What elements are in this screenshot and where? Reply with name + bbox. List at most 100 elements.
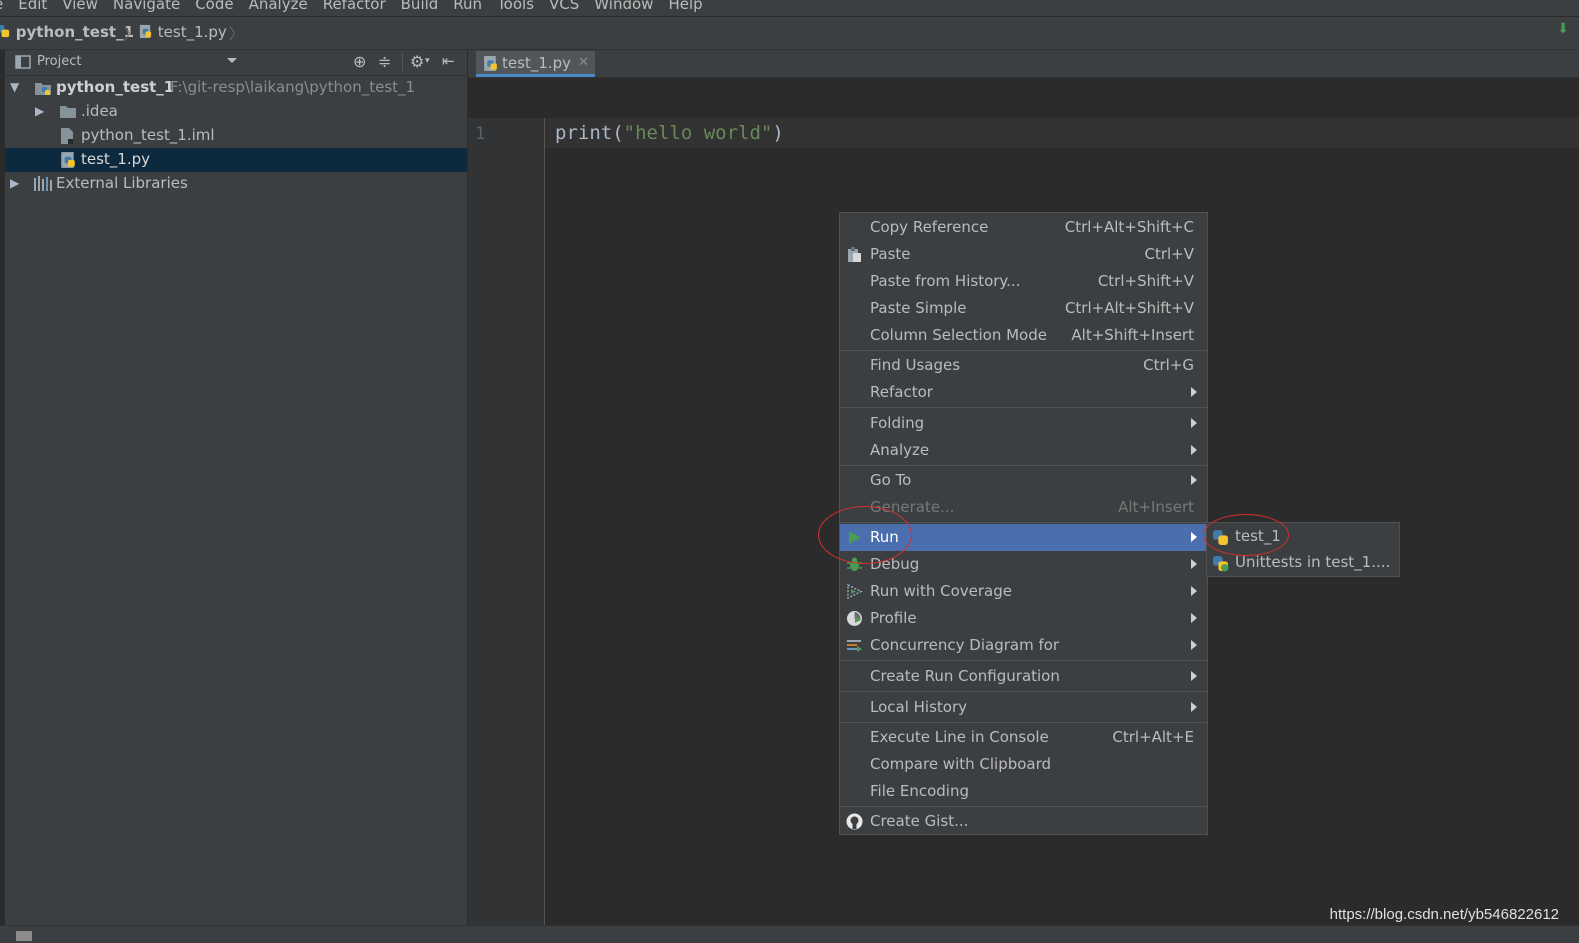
menu-view[interactable]: View bbox=[62, 0, 98, 13]
toggle-tool-windows-icon[interactable] bbox=[16, 931, 32, 941]
code-string: "hello world" bbox=[623, 122, 773, 144]
hide-panel-icon[interactable]: ⇤ bbox=[442, 52, 455, 70]
submenu-arrow-icon bbox=[1191, 613, 1197, 623]
menu-item-concurrency-diagram[interactable]: Concurrency Diagram for bbox=[840, 632, 1207, 659]
menu-vcs[interactable]: VCS bbox=[549, 0, 579, 13]
menu-analyze[interactable]: Analyze bbox=[249, 0, 308, 13]
menu-window[interactable]: Window bbox=[594, 0, 653, 13]
menu-item-analyze[interactable]: Analyze bbox=[840, 437, 1207, 464]
tree-item-idea[interactable]: ▶ .idea bbox=[5, 100, 467, 124]
settings-dropdown-icon[interactable]: ▾ bbox=[425, 56, 430, 66]
collapsed-arrow-icon[interactable]: ▶ bbox=[10, 176, 19, 190]
python-file-icon bbox=[61, 152, 75, 168]
menu-item-create-run-configuration[interactable]: Create Run Configuration bbox=[840, 663, 1207, 690]
menu-item-folding[interactable]: Folding bbox=[840, 410, 1207, 437]
tree-item-test-1[interactable]: test_1.py bbox=[5, 148, 467, 172]
tab-close-icon[interactable]: ✕ bbox=[578, 51, 589, 75]
watermark-url: https://blog.csdn.net/yb546822612 bbox=[1329, 906, 1559, 923]
menu-item-column-selection-mode[interactable]: Column Selection Mode Alt+Shift+Insert bbox=[840, 322, 1207, 349]
tree-item-iml[interactable]: python_test_1.iml bbox=[5, 124, 467, 148]
menu-help[interactable]: Help bbox=[668, 0, 702, 13]
menu-item-label: Profile bbox=[870, 609, 917, 627]
breadcrumb-project-label: python_test_1 bbox=[15, 23, 135, 41]
submenu-arrow-icon bbox=[1191, 445, 1197, 455]
menu-separator bbox=[840, 407, 1207, 408]
submenu-arrow-icon bbox=[1191, 532, 1197, 542]
menu-item-refactor[interactable]: Refactor bbox=[840, 379, 1207, 406]
menu-separator bbox=[840, 350, 1207, 351]
menu-item-shortcut: Ctrl+G bbox=[1143, 356, 1194, 374]
run-submenu: test_1 Unittests in test_1.... bbox=[1206, 522, 1400, 577]
python-project-icon bbox=[0, 24, 10, 38]
code-line[interactable]: print("hello world") bbox=[555, 122, 784, 144]
menu-item-shortcut: Ctrl+Alt+Shift+V bbox=[1064, 299, 1194, 317]
menu-item-go-to[interactable]: Go To bbox=[840, 467, 1207, 494]
menu-item-compare-with-clipboard[interactable]: Compare with Clipboard bbox=[840, 751, 1207, 778]
menu-edit[interactable]: Edit bbox=[18, 0, 47, 13]
submenu-item-unittests[interactable]: Unittests in test_1.... bbox=[1207, 550, 1399, 576]
menu-separator bbox=[840, 722, 1207, 723]
collapse-all-icon[interactable]: ≑ bbox=[378, 52, 391, 71]
menu-item-run[interactable]: Run bbox=[840, 524, 1207, 551]
menu-tools[interactable]: Tools bbox=[497, 0, 534, 13]
menu-item-label: Go To bbox=[870, 471, 912, 489]
code-paren-close: ) bbox=[772, 122, 784, 144]
collapsed-arrow-icon[interactable]: ▶ bbox=[35, 104, 44, 118]
navigation-bar: python_test_1 〉 test_1.py 〉 ⬇ bbox=[0, 17, 1579, 50]
menu-item-label: Debug bbox=[870, 555, 920, 573]
menu-code[interactable]: Code bbox=[195, 0, 233, 13]
menu-item-label: Refactor bbox=[870, 383, 933, 401]
menu-item-create-gist[interactable]: Create Gist... bbox=[840, 808, 1207, 835]
tree-item-root[interactable]: ▼ python_test_1 F:\git-resp\laikang\pyth… bbox=[5, 76, 467, 100]
menu-build[interactable]: Build bbox=[401, 0, 439, 13]
submenu-arrow-icon bbox=[1191, 586, 1197, 596]
submenu-arrow-icon bbox=[1191, 671, 1197, 681]
code-function: print bbox=[555, 122, 613, 144]
editor-context-menu: Copy Reference Ctrl+Alt+Shift+C Paste Ctrl… bbox=[839, 212, 1208, 835]
menu-item-label: Folding bbox=[870, 414, 925, 432]
tree-item-external-libraries[interactable]: ▶ External Libraries bbox=[5, 172, 467, 196]
menu-item-label: Paste from History... bbox=[870, 272, 1021, 290]
menu-separator bbox=[840, 806, 1207, 807]
menu-item-local-history[interactable]: Local History bbox=[840, 694, 1207, 721]
menu-item-find-usages[interactable]: Find Usages Ctrl+G bbox=[840, 352, 1207, 379]
menu-item-label: Analyze bbox=[870, 441, 930, 459]
menu-item-label: Run bbox=[870, 528, 899, 546]
breadcrumb-file[interactable]: test_1.py bbox=[138, 23, 227, 41]
project-view-label: Project bbox=[37, 54, 82, 69]
submenu-arrow-icon bbox=[1191, 418, 1197, 428]
locate-icon[interactable]: ⊕ bbox=[353, 52, 366, 71]
menu-file[interactable]: e bbox=[0, 0, 3, 13]
menu-item-profile[interactable]: Profile bbox=[840, 605, 1207, 632]
menu-item-copy-reference[interactable]: Copy Reference Ctrl+Alt+Shift+C bbox=[840, 214, 1207, 241]
settings-gear-icon[interactable]: ⚙ bbox=[410, 52, 424, 71]
run-icon bbox=[849, 531, 861, 544]
menu-item-label: Paste bbox=[870, 245, 911, 263]
menu-separator bbox=[840, 691, 1207, 692]
submenu-item-label: Unittests in test_1.... bbox=[1235, 553, 1391, 571]
tree-item-label: test_1.py bbox=[81, 150, 151, 168]
menu-item-paste-simple[interactable]: Paste Simple Ctrl+Alt+Shift+V bbox=[840, 295, 1207, 322]
menu-item-paste[interactable]: Paste Ctrl+V bbox=[840, 241, 1207, 268]
python-file-icon bbox=[484, 56, 497, 71]
menu-item-execute-line-in-console[interactable]: Execute Line in Console Ctrl+Alt+E bbox=[840, 724, 1207, 751]
menu-item-label: Concurrency Diagram for bbox=[870, 636, 1060, 654]
menu-item-run-with-coverage[interactable]: Run with Coverage bbox=[840, 578, 1207, 605]
menu-refactor[interactable]: Refactor bbox=[323, 0, 386, 13]
expanded-arrow-icon[interactable]: ▼ bbox=[10, 80, 19, 94]
menu-item-label: Paste Simple bbox=[870, 299, 967, 317]
project-view-dropdown-icon[interactable] bbox=[227, 58, 237, 63]
menu-item-file-encoding[interactable]: File Encoding bbox=[840, 778, 1207, 805]
clipboard-icon bbox=[848, 247, 861, 262]
menu-run[interactable]: Run bbox=[453, 0, 482, 13]
submenu-arrow-icon bbox=[1191, 475, 1197, 485]
submenu-item-test-1[interactable]: test_1 bbox=[1207, 524, 1399, 550]
tree-item-label: python_test_1.iml bbox=[81, 126, 215, 144]
menu-navigate[interactable]: Navigate bbox=[113, 0, 180, 13]
tab-test-1[interactable]: test_1.py ✕ bbox=[476, 51, 596, 77]
menu-item-generate: Generate... Alt+Insert bbox=[840, 494, 1207, 521]
update-arrow-icon[interactable]: ⬇ bbox=[1557, 21, 1569, 37]
menu-item-debug[interactable]: Debug bbox=[840, 551, 1207, 578]
menu-item-paste-from-history[interactable]: Paste from History... Ctrl+Shift+V bbox=[840, 268, 1207, 295]
breadcrumb-project[interactable]: python_test_1 bbox=[0, 23, 134, 41]
